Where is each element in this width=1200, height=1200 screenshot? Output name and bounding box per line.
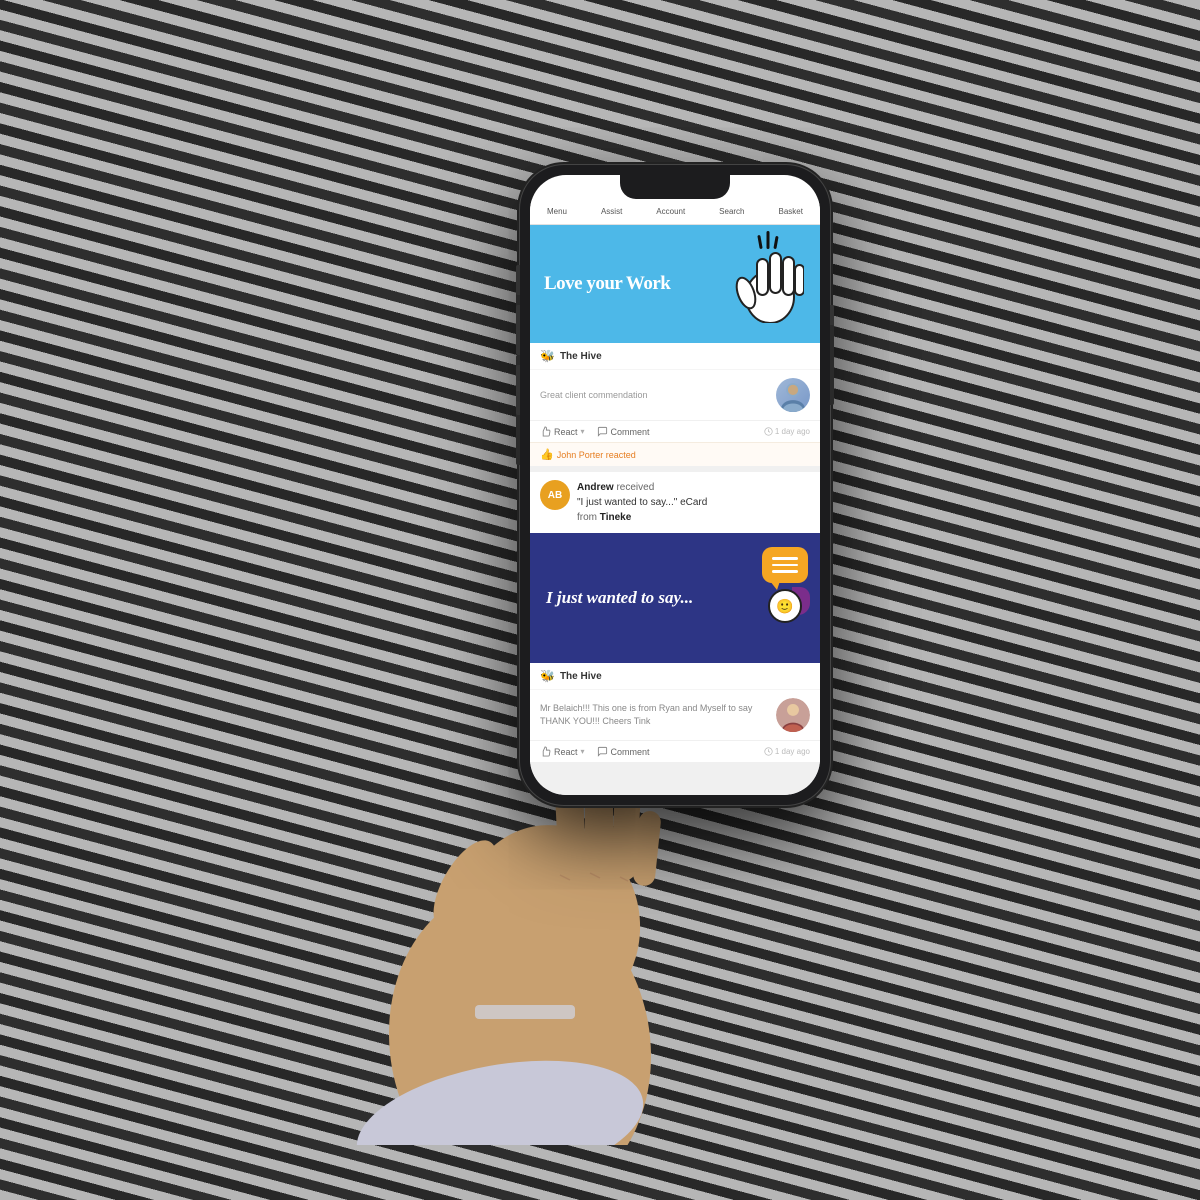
nav-item-search[interactable]: Search — [719, 207, 744, 216]
speech-bubble — [762, 547, 808, 583]
hive-name-1: The Hive — [560, 351, 602, 362]
screen-content: Love your Work — [530, 225, 820, 795]
hand-illustration — [732, 235, 804, 328]
card-1-banner: Love your Work — [530, 225, 820, 343]
card-2-body: Mr Belaich!!! This one is from Ryan and … — [530, 690, 820, 740]
nav-item-account[interactable]: Account — [656, 207, 685, 216]
card-2-banner: I just wanted to say... — [530, 533, 820, 663]
card-1-actions: React ▾ Comment — [530, 420, 820, 442]
bee-icon-1: 🐝 — [540, 349, 555, 363]
love-your-work-text: Love your Work — [544, 272, 670, 296]
hive-name-2: The Hive — [560, 671, 602, 682]
nav-item-basket[interactable]: Basket — [778, 207, 802, 216]
card-2-header-text: Andrew received "I just wanted to say...… — [577, 480, 707, 525]
i-just-wanted-text: I just wanted to say... — [546, 587, 693, 609]
card-1-hive-meta: 🐝 The Hive — [530, 343, 820, 370]
card-2: AB Andrew received "I just wanted to say… — [530, 472, 820, 762]
card-1-description: Great client commendation — [540, 390, 648, 400]
time-badge-1: 1 day ago — [764, 427, 810, 436]
reaction-row-1: 👍 John Porter reacted — [530, 442, 820, 466]
phone-notch — [620, 175, 730, 199]
react-button-1[interactable]: React ▾ — [540, 426, 585, 437]
card-2-header: AB Andrew received "I just wanted to say… — [530, 472, 820, 533]
speech-bubble-group: 🙂 — [762, 547, 808, 623]
card-1-body: Great client commendation — [530, 370, 820, 420]
bee-icon-2: 🐝 — [540, 669, 555, 683]
card-2-hive-meta: 🐝 The Hive — [530, 663, 820, 690]
nav-item-menu[interactable]: Menu — [547, 207, 567, 216]
comment-button-1[interactable]: Comment — [597, 426, 650, 437]
reaction-text-1: 👍 John Porter reacted — [540, 448, 810, 461]
nav-item-assist[interactable]: Assist — [601, 207, 622, 216]
card-2-actions: React ▾ Comment — [530, 740, 820, 762]
character-figure: 🙂 — [762, 589, 808, 623]
card-1: Love your Work — [530, 225, 820, 466]
card-1-avatar — [776, 378, 810, 412]
scene: Menu Assist Account Search Basket — [0, 0, 1200, 1200]
time-badge-2: 1 day ago — [764, 747, 810, 756]
react-button-2[interactable]: React ▾ — [540, 746, 585, 757]
card-2-avatar — [776, 698, 810, 732]
comment-button-2[interactable]: Comment — [597, 746, 650, 757]
nav-bar: Menu Assist Account Search Basket — [530, 199, 820, 225]
avatar-ab: AB — [540, 480, 570, 510]
card-2-description: Mr Belaich!!! This one is from Ryan and … — [540, 702, 768, 727]
motion-lines — [759, 231, 778, 249]
